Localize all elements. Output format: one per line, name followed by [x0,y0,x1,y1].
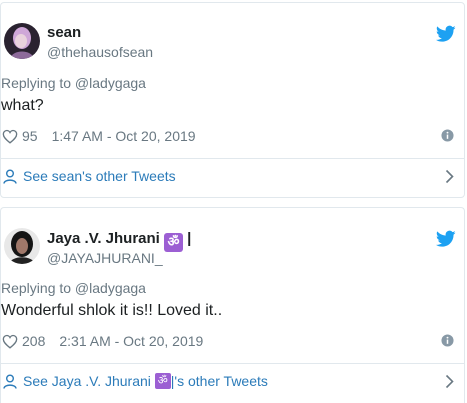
see-other-tweets-label[interactable]: See sean's other Tweets [23,168,176,184]
see-other-tweets-prefix: See Jaya .V. Jhurani [23,373,151,389]
replying-to[interactable]: Replying to @ladygaga [1,74,146,92]
tweet-meta: 95 1:47 AM - Oct 20, 2019 [2,127,196,145]
tweet-meta: 208 2:31 AM - Oct 20, 2019 [2,332,203,350]
chevron-right-icon[interactable] [445,374,454,389]
heart-icon[interactable] [2,334,18,349]
see-other-tweets-suffix: |'s other Tweets [170,373,268,389]
user-name[interactable]: sean [47,23,81,42]
tweet-card: Jaya .V. Jhurani ॐ | @JAYAJHURANI_ Reply… [0,207,465,403]
like-count[interactable]: 208 [22,333,45,349]
user-handle[interactable]: @JAYAJHURANI_ [47,249,163,267]
tweet-card: sean @thehausofsean Replying to @ladygag… [0,2,465,198]
like-count[interactable]: 95 [22,128,38,144]
timestamp[interactable]: 2:31 AM - Oct 20, 2019 [59,333,203,349]
twitter-bird-icon[interactable] [436,230,456,248]
user-name-text: Jaya .V. Jhurani [47,230,165,247]
divider [1,158,464,159]
avatar[interactable] [4,228,40,264]
see-other-tweets-link[interactable]: See sean's other Tweets [3,166,176,186]
replying-to[interactable]: Replying to @ladygaga [1,279,146,297]
info-icon[interactable] [441,334,454,347]
tweet-text: Wonderful shlok it is!! Loved it.. [1,302,223,319]
avatar[interactable] [4,23,40,59]
user-handle[interactable]: @thehausofsean [47,43,153,61]
twitter-bird-icon[interactable] [436,25,456,43]
chevron-right-icon[interactable] [445,169,454,184]
see-other-tweets-link[interactable]: See Jaya .V. Jhurani ॐ |'s other Tweets [3,371,268,391]
person-icon [3,169,17,184]
timestamp[interactable]: 1:47 AM - Oct 20, 2019 [52,128,196,144]
om-emoji-badge: ॐ [164,233,184,252]
user-name-suffix: | [183,230,192,247]
om-emoji-badge: ॐ [154,373,171,389]
person-icon [3,374,17,389]
heart-icon[interactable] [2,129,18,144]
info-icon[interactable] [441,129,454,142]
tweet-text: what? [1,97,44,114]
divider [1,363,464,364]
